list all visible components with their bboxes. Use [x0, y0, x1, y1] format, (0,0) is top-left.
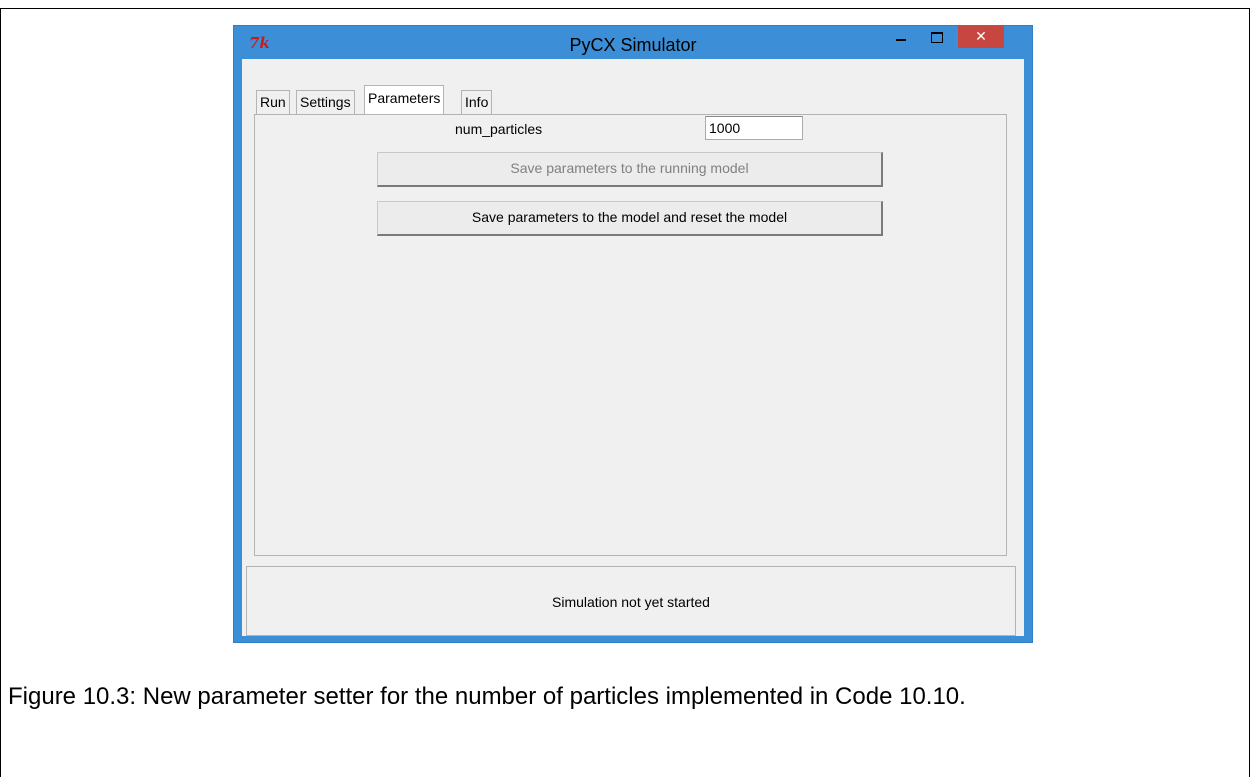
- save-to-running-model-button[interactable]: Save parameters to the running model: [377, 152, 883, 187]
- tab-run[interactable]: Run: [256, 90, 290, 114]
- save-and-reset-model-button[interactable]: Save parameters to the model and reset t…: [377, 201, 883, 236]
- num-particles-input[interactable]: [705, 116, 803, 140]
- maximize-icon[interactable]: [922, 26, 952, 48]
- tab-settings[interactable]: Settings: [296, 90, 355, 114]
- close-icon[interactable]: ✕: [958, 26, 1004, 48]
- tab-info[interactable]: Info: [461, 90, 493, 114]
- minimize-icon[interactable]: [886, 26, 916, 48]
- title-bar[interactable]: 7k PyCX Simulator ✕: [234, 26, 1032, 60]
- status-text: Simulation not yet started: [552, 594, 710, 610]
- tab-parameters[interactable]: Parameters: [364, 85, 445, 114]
- figure-caption: Figure 10.3: New parameter setter for th…: [8, 683, 966, 710]
- num-particles-label: num_particles: [455, 121, 543, 137]
